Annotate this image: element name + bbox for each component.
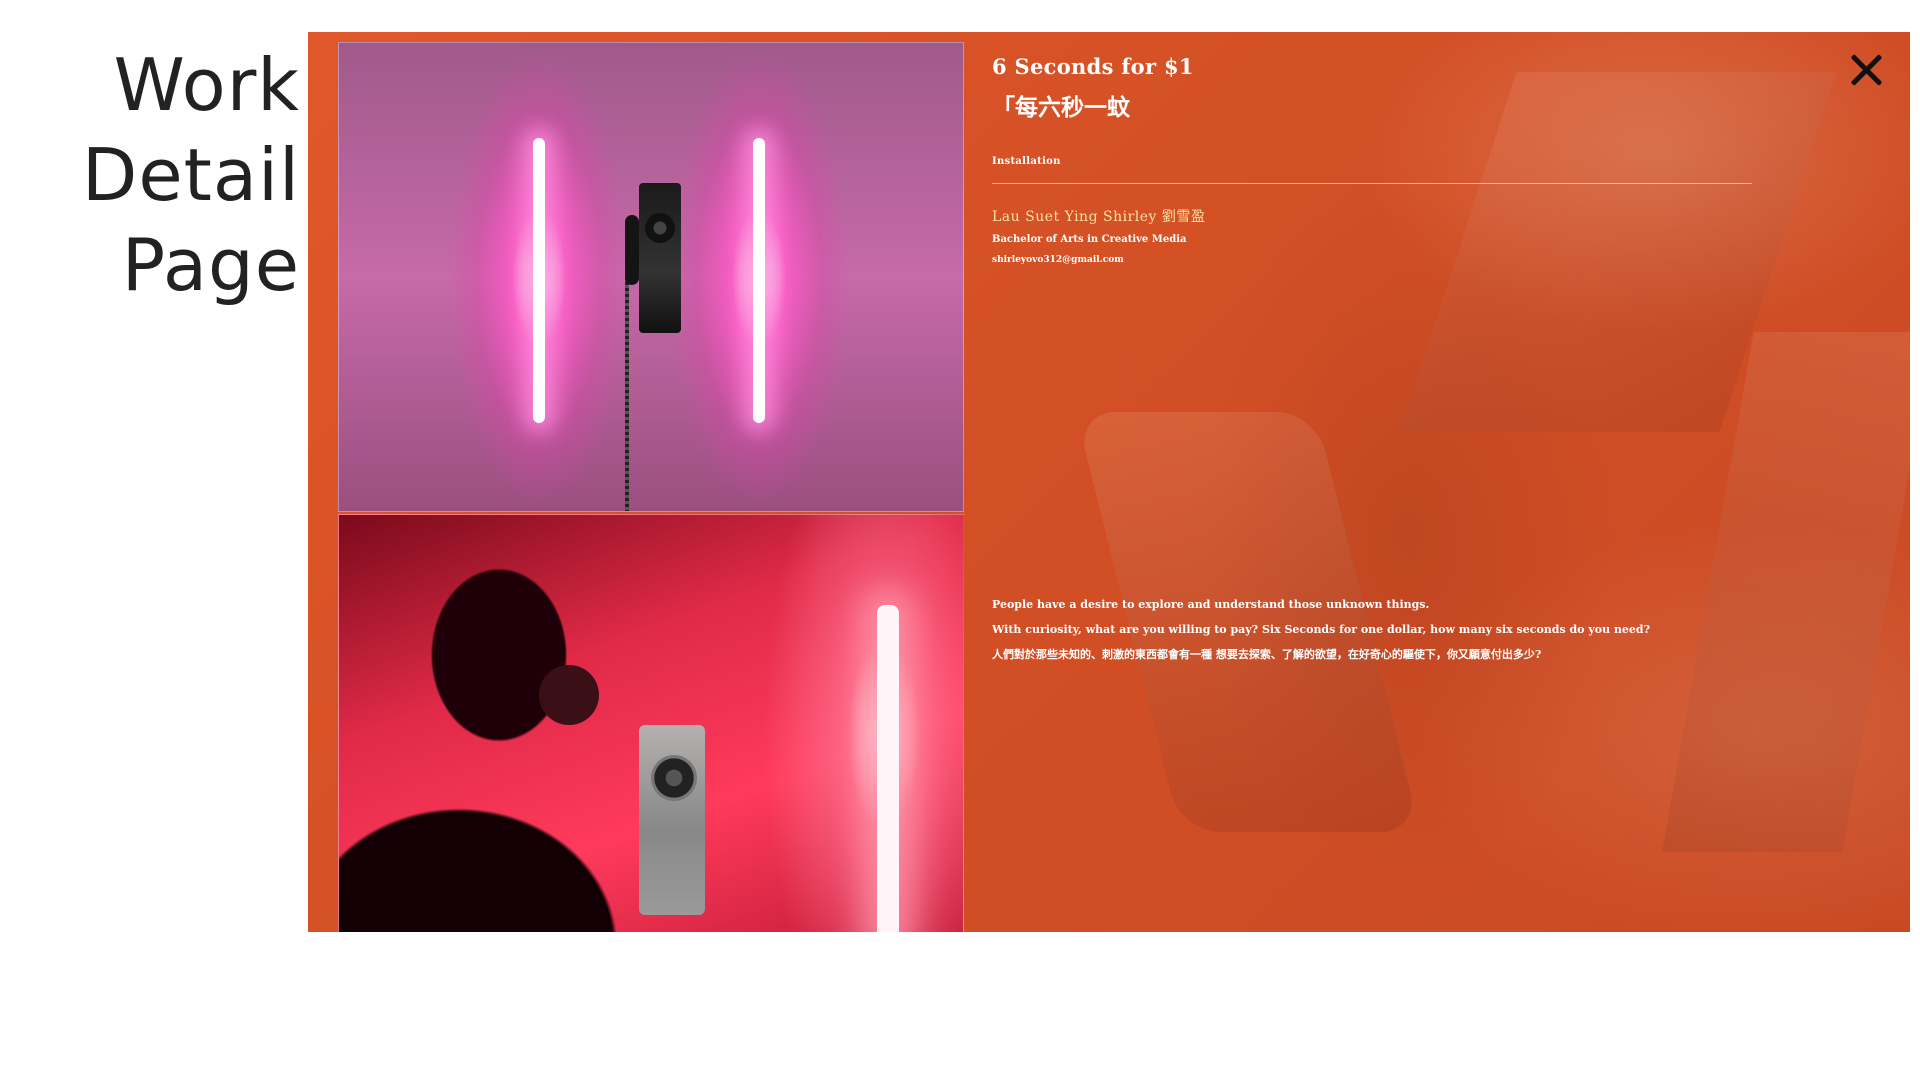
payphone-handset <box>625 215 639 285</box>
page-heading-line-3: Page <box>121 223 300 307</box>
payphone-handset <box>539 665 599 725</box>
page-heading-line-1: Work <box>113 43 300 127</box>
description-line-2: With curiosity, what are you willing to … <box>992 623 1651 636</box>
work-photo-visitor <box>338 514 964 932</box>
work-category: Installation <box>992 156 1061 167</box>
work-detail-panel: 6 Seconds for $1 「每六秒一蚊 Installation Lau… <box>308 32 1910 932</box>
neon-tube <box>877 605 899 932</box>
artist-email[interactable]: shirleyovo312@gmail.com <box>992 255 1752 265</box>
work-photo-installation <box>338 42 964 512</box>
divider <box>992 183 1752 184</box>
work-subtitle: 「每六秒一蚊 <box>992 94 1130 121</box>
work-description: People have a desire to explore and unde… <box>992 592 1752 667</box>
work-title: 6 Seconds for $1 <box>992 54 1194 79</box>
payphone <box>639 725 705 915</box>
payphone-dial <box>645 213 675 243</box>
description-line-1: People have a desire to explore and unde… <box>992 598 1430 611</box>
page-heading-line-2: Detail <box>81 133 300 217</box>
description-line-3: 人們對於那些未知的、刺激的東西都會有一種 想要去探索、了解的欲望，在好奇心的驅使… <box>992 648 1542 661</box>
page-heading: Work Detail Page <box>60 40 300 310</box>
close-icon[interactable] <box>1846 50 1886 90</box>
artist-program: Bachelor of Arts in Creative Media <box>992 234 1187 245</box>
payphone-dial <box>651 755 697 801</box>
work-info: 6 Seconds for $1 「每六秒一蚊 Installation Lau… <box>992 50 1752 265</box>
work-images <box>338 42 964 932</box>
payphone <box>639 183 681 333</box>
neon-tube <box>753 138 765 423</box>
artist-name: Lau Suet Ying Shirley 劉雪盈 <box>992 209 1206 225</box>
neon-tube <box>533 138 545 423</box>
